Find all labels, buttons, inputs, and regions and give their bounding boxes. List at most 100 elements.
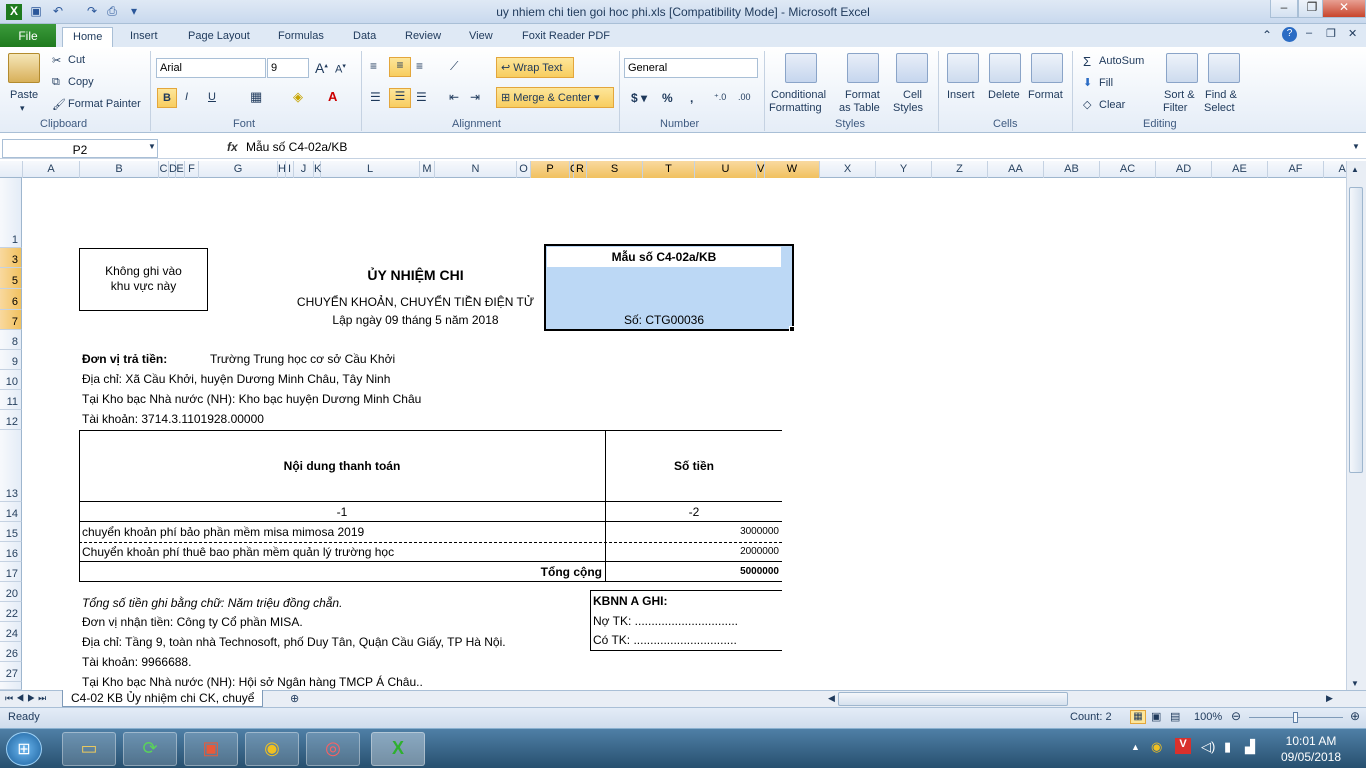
row-header[interactable]: 24 xyxy=(0,622,22,642)
column-header[interactable]: W xyxy=(765,161,820,178)
number-format-combo[interactable]: General xyxy=(624,58,758,78)
ultraviewer-taskbar-icon[interactable]: ◉ xyxy=(245,732,299,766)
format-as-table-icon[interactable] xyxy=(847,53,879,83)
sheet-tab-active[interactable]: C4-02 KB Ủy nhiệm chi CK, chuyể xyxy=(62,690,264,707)
row-header[interactable]: 7 xyxy=(0,310,22,330)
tray-expand-icon[interactable]: ▲ xyxy=(1131,742,1140,752)
excel-taskbar-icon[interactable]: X xyxy=(371,732,425,766)
app-taskbar-icon[interactable]: ⟳ xyxy=(123,732,177,766)
insert-sheet-icon[interactable]: ⊕ xyxy=(290,692,299,705)
delete-cells-button[interactable]: Delete xyxy=(988,89,1020,101)
page-break-view-icon[interactable]: ▤ xyxy=(1170,710,1180,723)
insert-function-icon[interactable]: fx xyxy=(227,140,238,154)
grow-font-icon[interactable]: A▴ xyxy=(315,60,328,76)
row-header[interactable]: 26 xyxy=(0,642,22,662)
row-header[interactable]: 11 xyxy=(0,390,22,410)
find-select-icon[interactable] xyxy=(1208,53,1240,83)
column-header[interactable]: J xyxy=(294,161,314,178)
sort-filter-button[interactable]: Sort & xyxy=(1164,89,1195,101)
column-header[interactable]: D xyxy=(169,161,177,178)
doc-close-icon[interactable]: ✕ xyxy=(1348,27,1357,40)
zoom-level[interactable]: 100% xyxy=(1194,711,1222,723)
doc-restore-icon[interactable]: ❐ xyxy=(1326,27,1336,40)
normal-view-icon[interactable]: ▦ xyxy=(1130,710,1146,724)
clock-time[interactable]: 10:01 AM xyxy=(1270,734,1352,748)
copy-button[interactable]: Copy xyxy=(68,76,94,88)
doc-minimize-icon[interactable]: – xyxy=(1306,27,1312,39)
tab-page-layout[interactable]: Page Layout xyxy=(178,27,260,47)
conditional-formatting-button[interactable]: Conditional xyxy=(771,89,826,101)
column-header[interactable]: C xyxy=(159,161,169,178)
tab-file[interactable]: File xyxy=(0,24,56,47)
align-left-icon[interactable]: ☰ xyxy=(370,90,381,104)
column-header[interactable]: AB xyxy=(1044,161,1100,178)
column-header[interactable]: G xyxy=(199,161,278,178)
delete-cells-icon[interactable] xyxy=(989,53,1021,83)
formula-input[interactable]: Mẫu số C4-02a/KB xyxy=(246,140,347,154)
italic-button[interactable]: I xyxy=(185,91,188,103)
page-layout-view-icon[interactable]: ▣ xyxy=(1151,710,1161,723)
format-painter-icon[interactable]: 🖌 xyxy=(52,98,66,111)
vertical-scroll-thumb[interactable] xyxy=(1349,187,1363,473)
increase-indent-icon[interactable]: ⇥ xyxy=(470,90,480,104)
column-header[interactable]: K xyxy=(314,161,321,178)
column-header[interactable]: X xyxy=(820,161,876,178)
worksheet[interactable]: Không ghi vào khu vực này ỦY NHIỆM CHI C… xyxy=(23,178,1346,690)
scroll-down-icon[interactable]: ▼ xyxy=(1351,679,1359,688)
percent-icon[interactable]: % xyxy=(662,91,673,105)
column-header[interactable]: F xyxy=(185,161,199,178)
clock-date[interactable]: 09/05/2018 xyxy=(1270,750,1352,764)
tray-ultraviewer-icon[interactable]: ◉ xyxy=(1151,739,1162,755)
column-header[interactable]: E xyxy=(176,161,185,178)
row-header[interactable]: 14 xyxy=(0,502,22,522)
cell-styles-icon[interactable] xyxy=(896,53,928,83)
cut-icon[interactable]: ✂ xyxy=(52,54,61,67)
align-center-icon[interactable]: ☰ xyxy=(389,88,411,108)
column-header[interactable]: I xyxy=(286,161,294,178)
sheet-nav-icons[interactable]: ⏮◀▶⏭ xyxy=(5,693,49,704)
column-header[interactable]: U xyxy=(695,161,757,178)
hscroll-left-icon[interactable]: ◀ xyxy=(828,693,835,704)
expand-formula-icon[interactable]: ▼ xyxy=(1352,142,1360,151)
format-cells-button[interactable]: Format xyxy=(1028,89,1063,101)
close-button[interactable]: ✕ xyxy=(1322,0,1366,18)
scroll-up-icon[interactable]: ▲ xyxy=(1351,165,1359,174)
insert-cells-button[interactable]: Insert xyxy=(947,89,975,101)
zoom-slider-thumb[interactable] xyxy=(1293,712,1298,723)
copy-icon[interactable]: ⧉ xyxy=(52,76,60,89)
column-header[interactable]: N xyxy=(435,161,517,178)
row-header[interactable]: 20 xyxy=(0,582,22,602)
explorer-taskbar-icon[interactable]: ▭ xyxy=(62,732,116,766)
start-button[interactable]: ⊞ xyxy=(6,732,42,766)
merge-center-button[interactable]: ⊞ Merge & Center ▾ xyxy=(496,87,614,108)
horizontal-scroll-thumb[interactable] xyxy=(838,692,1068,706)
borders-icon[interactable]: ▦ xyxy=(250,89,262,105)
ribbon-minimize-icon[interactable]: ⌃ xyxy=(1262,28,1272,42)
font-size-combo[interactable]: 9 xyxy=(267,58,309,78)
app2-taskbar-icon[interactable]: ◎ xyxy=(306,732,360,766)
column-header[interactable]: AF xyxy=(1268,161,1324,178)
vertical-scrollbar[interactable]: ▲ ▼ xyxy=(1346,161,1366,690)
format-cells-icon[interactable] xyxy=(1031,53,1063,83)
sort-filter-icon[interactable] xyxy=(1166,53,1198,83)
column-header[interactable]: O xyxy=(517,161,531,178)
row-header[interactable]: 9 xyxy=(0,350,22,370)
select-all-corner[interactable] xyxy=(0,161,23,178)
row-header[interactable]: 6 xyxy=(0,289,22,310)
align-top-icon[interactable]: ≡ xyxy=(370,59,377,73)
row-header[interactable]: 5 xyxy=(0,268,22,289)
zoom-in-icon[interactable]: ⊕ xyxy=(1350,709,1360,723)
zoom-out-icon[interactable]: ⊖ xyxy=(1231,709,1241,723)
clear-button[interactable]: Clear xyxy=(1099,99,1125,111)
currency-icon[interactable]: $ ▾ xyxy=(631,91,647,105)
row-header[interactable]: 15 xyxy=(0,522,22,542)
minimize-button[interactable]: – xyxy=(1270,0,1298,18)
wrap-text-button[interactable]: ↩ Wrap Text xyxy=(496,57,574,78)
comma-icon[interactable]: , xyxy=(690,91,693,105)
paste-button[interactable]: Paste xyxy=(10,89,38,101)
align-middle-icon[interactable]: ≡ xyxy=(389,57,411,77)
align-right-icon[interactable]: ☰ xyxy=(416,90,427,104)
decrease-decimal-icon[interactable]: .00 xyxy=(738,92,751,102)
row-header[interactable]: 3 xyxy=(0,248,22,268)
fill-button[interactable]: Fill xyxy=(1099,77,1113,89)
